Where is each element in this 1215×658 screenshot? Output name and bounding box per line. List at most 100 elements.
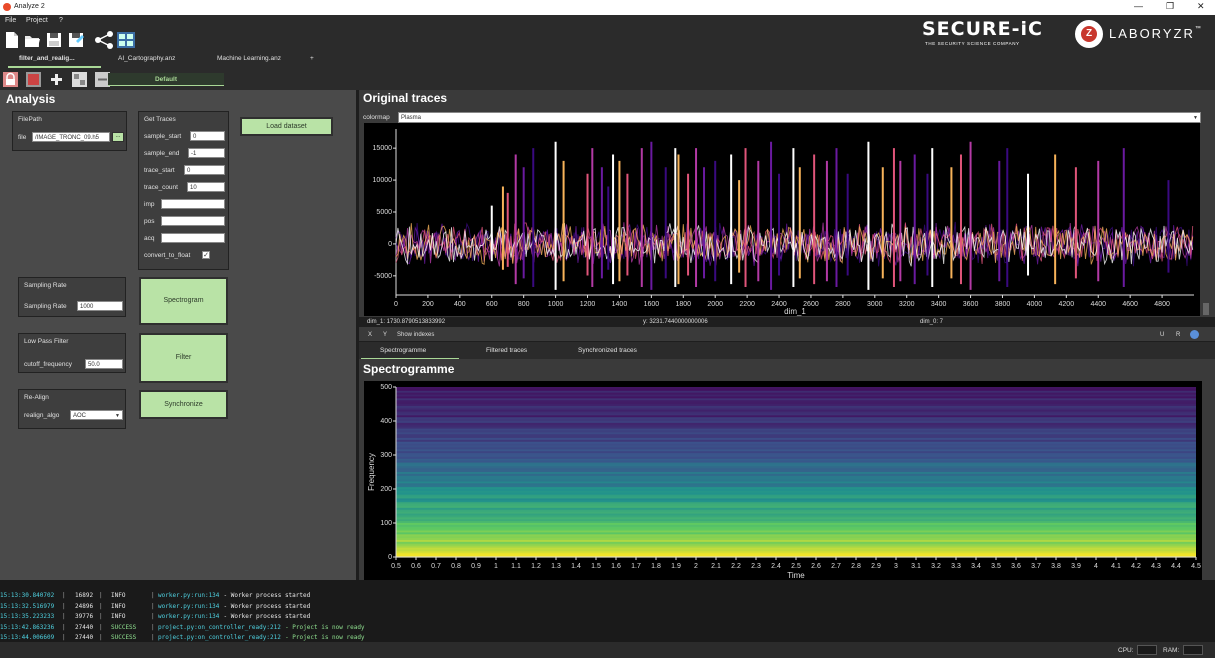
x-tick-label: 400 [454, 301, 466, 308]
y-tick-label: 400 [380, 418, 392, 425]
close-button[interactable]: ✕ [1197, 1, 1205, 12]
x-tick-label: 4.1 [1111, 563, 1121, 570]
r-button[interactable]: R [1176, 332, 1180, 338]
menu-file[interactable]: File [5, 17, 16, 24]
acq-input[interactable] [161, 233, 225, 243]
x-axis-toggle[interactable]: X [368, 332, 372, 338]
x-tick-label: 2.8 [851, 563, 861, 570]
u-button[interactable]: U [1160, 332, 1164, 338]
load-dataset-button[interactable]: Load dataset [240, 117, 333, 136]
x-tick-label: 2.5 [791, 563, 801, 570]
spectrogram-button[interactable]: Spectrogram [139, 277, 228, 325]
tab-spectrogramme[interactable]: Spectrogramme [380, 347, 426, 354]
menu-project[interactable]: Project [26, 17, 48, 24]
browse-file-button[interactable]: ... [112, 132, 124, 142]
log-source: project.py:on_controller_ready:212 [158, 634, 281, 641]
lock-icon[interactable] [3, 72, 18, 87]
log-level: INFO [111, 602, 126, 610]
open-folder-icon[interactable] [24, 31, 40, 49]
dim0-readout: dim_0: 7 [920, 319, 944, 325]
pos-input[interactable] [161, 216, 225, 226]
tab-synchronized-traces[interactable]: Synchronized traces [578, 347, 637, 354]
file-path-input[interactable]: /IMAGE_TRONC_09.h5 [32, 132, 110, 142]
status-bar: CPU: RAM: [0, 642, 1215, 658]
log-message: - Project is now ready [285, 634, 365, 641]
traces-chart[interactable]: 15000 10000 5000 0 -5000 0 200 400 600 800 1000 120… [364, 123, 1200, 316]
sampling-rate-input[interactable]: 1000 [77, 301, 123, 311]
realign-algo-label: realign_algo [24, 412, 60, 419]
x-tick-label: 1600 [644, 301, 660, 308]
log-message: - Worker process started [223, 602, 311, 610]
log-separator: | [151, 592, 155, 599]
spectrogram-chart[interactable]: 500 400 300 200 100 0 0.5 0.6 0.7 0.8 0.9 1 1.1 1.2 1.… [364, 381, 1202, 580]
x-tick-label: 0.5 [391, 563, 401, 570]
convert-to-float-checkbox[interactable]: ✓ [202, 251, 210, 259]
x-tick-label: 3400 [931, 301, 947, 308]
new-file-icon[interactable] [4, 31, 20, 49]
synchronize-button[interactable]: Synchronize [139, 390, 228, 419]
re-align-group: Re-Align realign_algo AOC ▼ [18, 389, 126, 429]
traces-plot[interactable]: 15000 10000 5000 0 -5000 0 200 400 600 800 1000 120… [364, 123, 1200, 316]
show-indexes-toggle[interactable]: Show indexes [397, 332, 434, 338]
x-axis-label: dim_1 [784, 307, 806, 316]
cutoff-frequency-input[interactable]: 50.0 [85, 359, 123, 369]
x-tick-label: 3.1 [911, 563, 921, 570]
sample-end-label: sample_end [144, 150, 180, 157]
y-axis-toggle[interactable]: Y [383, 332, 387, 338]
add-icon[interactable] [49, 72, 64, 87]
grid-layout-icon[interactable] [116, 31, 136, 49]
sample-start-input[interactable]: 0 [190, 131, 225, 141]
tab-ai-cartography[interactable]: AI_Cartography.anz [118, 55, 175, 62]
maximize-button[interactable]: ❐ [1166, 1, 1174, 12]
x-tick-label: 4 [1094, 563, 1098, 570]
log-level: INFO [111, 613, 126, 620]
x-tick-label: 1.3 [551, 563, 561, 570]
tab-filter-and-realign[interactable]: filter_and_realig... [19, 55, 75, 62]
settings-icon[interactable] [1190, 330, 1199, 339]
cpu-meter [1137, 645, 1157, 655]
menu-help[interactable]: ? [59, 17, 63, 24]
x-tick-label: 3 [894, 563, 898, 570]
ram-label: RAM: [1163, 647, 1180, 654]
realign-algo-select[interactable]: AOC ▼ [70, 410, 123, 420]
x-tick-label: 3.4 [971, 563, 981, 570]
log-level: INFO [111, 592, 126, 599]
sampling-rate-title: Sampling Rate [24, 282, 67, 289]
save-as-icon[interactable] [68, 31, 84, 49]
x-tick-label: 800 [518, 301, 530, 308]
traces-scrollbar[interactable] [1202, 123, 1210, 316]
trace-count-input[interactable]: 10 [187, 182, 225, 192]
log-pid: 27440 [75, 623, 94, 631]
log-time: 15:13:32.516979 [0, 602, 55, 610]
trace-start-input[interactable]: 0 [184, 165, 225, 175]
colormap-select[interactable]: Plasma ▼ [398, 112, 1201, 123]
x-tick-label: 1000 [548, 301, 564, 308]
x-tick-label: 2.1 [711, 563, 721, 570]
x-tick-label: 4000 [1027, 301, 1043, 308]
analysis-title: Analysis [6, 92, 56, 106]
layout-icon[interactable] [72, 72, 87, 87]
log-pid: 27440 [75, 634, 94, 641]
tab-filtered-traces[interactable]: Filtered traces [486, 347, 527, 354]
x-tick-label: 2800 [835, 301, 851, 308]
re-align-title: Re-Align [24, 394, 49, 401]
sample-end-input[interactable]: -1 [188, 148, 225, 158]
spectrogram-plot[interactable]: 500 400 300 200 100 0 0.5 0.6 0.7 0.8 0.9 1 1.1 1.2 1.… [364, 381, 1202, 580]
x-tick-label: 2000 [707, 301, 723, 308]
log-separator: | [151, 634, 155, 641]
minimize-button[interactable]: — [1134, 1, 1143, 11]
imp-input[interactable] [161, 199, 225, 209]
tab-add-button[interactable]: + [310, 55, 314, 62]
x-tick-label: 2.9 [871, 563, 881, 570]
log-separator: | [151, 613, 155, 620]
low-pass-filter-title: Low Pass Filter [24, 338, 69, 345]
ram-meter [1183, 645, 1203, 655]
stop-icon[interactable] [26, 72, 41, 87]
save-icon[interactable] [46, 31, 62, 49]
filter-button[interactable]: Filter [139, 333, 228, 383]
share-network-icon[interactable] [94, 31, 114, 49]
tab-machine-learning[interactable]: Machine Learning.anz [217, 55, 281, 62]
x-tick-label: 0.8 [451, 563, 461, 570]
default-workspace-tab[interactable]: Default [108, 73, 224, 86]
chevron-down-icon: ▼ [1193, 115, 1198, 121]
